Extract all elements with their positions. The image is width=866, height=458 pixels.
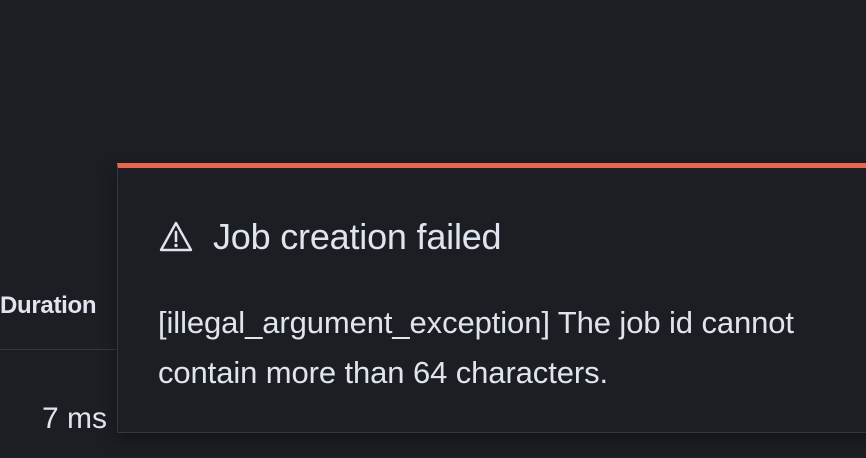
- toast-title: Job creation failed: [213, 216, 502, 257]
- toast-header: Job creation failed: [158, 216, 502, 258]
- header-divider: [0, 349, 130, 350]
- toast-message: [illegal_argument_exception] The job id …: [158, 305, 794, 390]
- error-toast[interactable]: Job creation failed [illegal_argument_ex…: [117, 163, 866, 433]
- column-header-duration[interactable]: Duration: [0, 292, 97, 320]
- duration-cell: 7 ms: [42, 402, 108, 435]
- warning-icon: [158, 219, 194, 255]
- page: Duration 7 ms Job creation failed [illeg…: [0, 0, 866, 458]
